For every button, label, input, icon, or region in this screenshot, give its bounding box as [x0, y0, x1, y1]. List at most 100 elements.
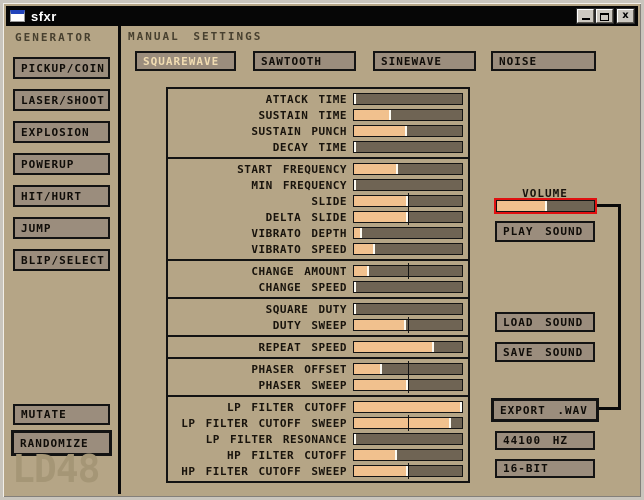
waveform-button-sinewave[interactable]: SINEWAVE [373, 51, 476, 71]
slider-label: PHASER OFFSET [172, 363, 347, 376]
slider-track-repeat-speed[interactable] [353, 341, 463, 353]
slider-fill [354, 402, 462, 412]
slider-track-phaser-offset[interactable] [353, 363, 463, 375]
bit-depth-button[interactable]: 16-BIT [495, 459, 595, 478]
slider-row-sustain-punch: SUSTAIN PUNCH [172, 123, 463, 139]
slider-row-change-speed: CHANGE SPEED [172, 279, 463, 295]
slider-row-change-amount: CHANGE AMOUNT [172, 263, 463, 279]
slider-handle [460, 402, 462, 412]
slider-row-vibrato-depth: VIBRATO DEPTH [172, 225, 463, 241]
slider-track-decay-time[interactable] [353, 141, 463, 153]
slider-track-attack-time[interactable] [353, 93, 463, 105]
slider-track-vibrato-speed[interactable] [353, 243, 463, 255]
slider-track-duty-sweep[interactable] [353, 319, 463, 331]
slider-group-3: CHANGE AMOUNT CHANGE SPEED [166, 259, 470, 299]
waveform-button-squarewave[interactable]: SQUAREWAVE [135, 51, 236, 71]
slider-label: LP FILTER RESONANCE [172, 433, 347, 446]
volume-slider[interactable] [494, 198, 597, 214]
slider-track-delta-slide[interactable] [353, 211, 463, 223]
slider-track-vibrato-depth[interactable] [353, 227, 463, 239]
maximize-icon [600, 13, 609, 21]
generator-button-blip-select[interactable]: BLIP/SELECT [13, 249, 110, 271]
slider-row-attack-time: ATTACK TIME [172, 91, 463, 107]
slider-fill [354, 126, 407, 136]
slider-track-square-duty[interactable] [353, 303, 463, 315]
slider-handle [396, 164, 398, 174]
slider-label: HP FILTER CUTOFF [172, 449, 347, 462]
center-tick [408, 317, 409, 333]
manual-settings-header: MANUAL SETTINGS [128, 30, 262, 43]
slider-group-7: LP FILTER CUTOFFLP FILTER CUTOFF SWEEPLP… [166, 395, 470, 483]
slider-handle [405, 126, 407, 136]
slider-track-phaser-sweep[interactable] [353, 379, 463, 391]
window-title: sfxr [31, 9, 57, 24]
volume-handle [545, 201, 547, 211]
slider-panel: ATTACK TIMESUSTAIN TIMESUSTAIN PUNCHDECA… [166, 89, 470, 483]
slider-fill [354, 342, 434, 352]
generator-button-hit-hurt[interactable]: HIT/HURT [13, 185, 110, 207]
slider-track-min-frequency[interactable] [353, 179, 463, 191]
slider-label: ATTACK TIME [172, 93, 347, 106]
slider-track-sustain-punch[interactable] [353, 125, 463, 137]
slider-row-lp-filter-resonance: LP FILTER RESONANCE [172, 431, 463, 447]
volume-export-wire [618, 204, 621, 410]
export-wav-button[interactable]: EXPORT .WAV [491, 398, 599, 422]
slider-track-change-speed[interactable] [353, 281, 463, 293]
slider-label: MIN FREQUENCY [172, 179, 347, 192]
slider-row-hp-filter-cutoff: HP FILTER CUTOFF [172, 447, 463, 463]
slider-group-1: ATTACK TIMESUSTAIN TIMESUSTAIN PUNCHDECA… [166, 87, 470, 159]
slider-handle [432, 342, 434, 352]
slider-handle [373, 244, 375, 254]
slider-label: CHANGE SPEED [172, 281, 347, 294]
slider-handle [389, 110, 391, 120]
waveform-button-noise[interactable]: NOISE [491, 51, 596, 71]
slider-label: LP FILTER CUTOFF SWEEP [172, 417, 347, 430]
close-icon: x [622, 10, 628, 22]
slider-track-hp-filter-cutoff-sweep[interactable] [353, 465, 463, 477]
slider-track-lp-filter-resonance[interactable] [353, 433, 463, 445]
title-bar[interactable]: sfxr x [6, 6, 638, 26]
slider-row-vibrato-speed: VIBRATO SPEED [172, 241, 463, 257]
slider-row-start-frequency: START FREQUENCY [172, 161, 463, 177]
center-tick [408, 463, 409, 479]
slider-handle [354, 142, 356, 152]
slider-group-2: START FREQUENCYMIN FREQUENCYSLIDEDELTA S… [166, 157, 470, 261]
generator-button-laser-shoot[interactable]: LASER/SHOOT [13, 89, 110, 111]
generator-button-pickup-coin[interactable]: PICKUP/COIN [13, 57, 110, 79]
sidebar-divider [118, 26, 121, 494]
slider-handle [449, 418, 451, 428]
volume-track [496, 200, 595, 212]
slider-row-lp-filter-cutoff-sweep: LP FILTER CUTOFF SWEEP [172, 415, 463, 431]
slider-track-change-amount[interactable] [353, 265, 463, 277]
maximize-button[interactable] [596, 9, 613, 23]
center-tick [408, 209, 409, 225]
sample-rate-button[interactable]: 44100 HZ [495, 431, 595, 450]
slider-track-start-frequency[interactable] [353, 163, 463, 175]
slider-row-phaser-sweep: PHASER SWEEP [172, 377, 463, 393]
slider-track-sustain-time[interactable] [353, 109, 463, 121]
slider-track-slide[interactable] [353, 195, 463, 207]
slider-track-lp-filter-cutoff[interactable] [353, 401, 463, 413]
minimize-button[interactable] [577, 9, 594, 23]
slider-fill [354, 380, 408, 390]
play-sound-button[interactable]: PLAY SOUND [495, 221, 595, 242]
slider-label: REPEAT SPEED [172, 341, 347, 354]
center-tick [408, 193, 409, 209]
generator-button-explosion[interactable]: EXPLOSION [13, 121, 110, 143]
slider-label: CHANGE AMOUNT [172, 265, 347, 278]
slider-label: VIBRATO DEPTH [172, 227, 347, 240]
slider-track-hp-filter-cutoff[interactable] [353, 449, 463, 461]
center-tick [408, 415, 409, 431]
generator-button-jump[interactable]: JUMP [13, 217, 110, 239]
slider-group-4: SQUARE DUTYDUTY SWEEP [166, 297, 470, 337]
save-sound-button[interactable]: SAVE SOUND [495, 342, 595, 362]
slider-handle [404, 320, 406, 330]
slider-track-lp-filter-cutoff-sweep[interactable] [353, 417, 463, 429]
slider-label: SQUARE DUTY [172, 303, 347, 316]
waveform-button-sawtooth[interactable]: SAWTOOTH [253, 51, 356, 71]
close-button[interactable]: x [617, 9, 634, 23]
slider-row-phaser-offset: PHASER OFFSET [172, 361, 463, 377]
mutate-button[interactable]: MUTATE [13, 404, 110, 425]
generator-button-powerup[interactable]: POWERUP [13, 153, 110, 175]
load-sound-button[interactable]: LOAD SOUND [495, 312, 595, 332]
